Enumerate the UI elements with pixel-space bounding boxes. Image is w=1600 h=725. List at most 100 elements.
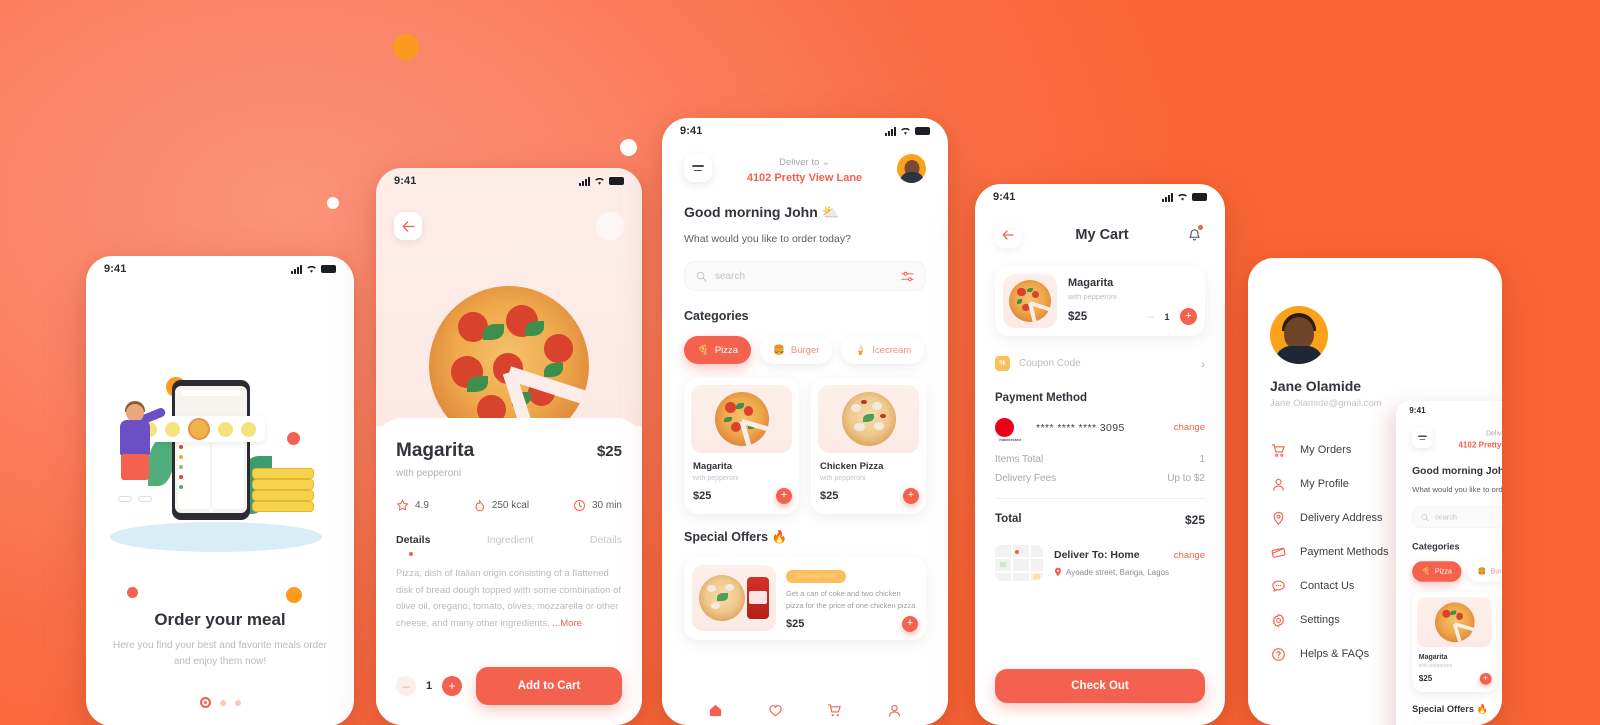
quantity-decrease-button[interactable]: – [1148, 311, 1154, 323]
status-time: 9:41 [394, 175, 417, 187]
category-pizza[interactable]: 🍕 Pizza [1412, 561, 1462, 582]
delivery-address-row[interactable]: Deliver To: Home change Ayoade street, B… [995, 545, 1205, 581]
add-item-button[interactable]: + [1479, 672, 1492, 685]
battery-icon [609, 177, 624, 185]
add-item-button[interactable]: + [903, 488, 919, 504]
user-icon[interactable] [887, 703, 902, 718]
tab-active-indicator [409, 552, 413, 556]
status-bar: 9:41 [975, 184, 1225, 210]
food-card-name: Magarita [1418, 653, 1448, 662]
home-screen-preview[interactable]: 9:41 Deliver to 4102 Pretty View Lane [1396, 401, 1502, 725]
product-price: $25 [596, 443, 622, 460]
food-card-list: Magarita with pepperoni $25 + Chicken Pi… [684, 378, 926, 514]
tab-details[interactable]: Details [396, 534, 430, 546]
screen-home: 9:41 Deliver to ⌄ 4102 Pretty View Lane [662, 118, 948, 725]
special-offers-label: Special Offers [1412, 703, 1474, 715]
special-offer-card[interactable]: Discount 50% Get a can of coke and two c… [684, 557, 926, 640]
signal-bars-icon [885, 126, 896, 136]
cart-item-subtitle: with pepperoni [1068, 292, 1117, 301]
add-item-button[interactable]: + [776, 488, 792, 504]
read-more-link[interactable]: ...More [552, 618, 582, 629]
payment-heading: Payment Method [995, 392, 1088, 404]
back-button[interactable] [394, 212, 422, 240]
pager-dot[interactable] [234, 699, 241, 706]
food-card-subtitle: with pepperoni [693, 475, 739, 482]
avatar[interactable] [897, 153, 926, 183]
add-to-cart-button[interactable]: Add to Cart [476, 667, 622, 705]
screen-onboarding: 9:41 Order your meal Here you find your … [86, 256, 354, 725]
category-burger[interactable]: 🍔 Burger [760, 336, 833, 364]
offer-description: Get a can of coke and two chicken pizza … [786, 589, 916, 610]
pager-dot[interactable] [219, 699, 226, 706]
chevron-right-icon[interactable]: › [1201, 357, 1205, 371]
tab-ingredient[interactable]: Ingredient [487, 534, 534, 546]
screen-my-cart: 9:41 My Cart Magarita with pepperoni $25… [975, 184, 1225, 725]
food-card-price: $25 [1418, 674, 1433, 684]
chat-icon [1270, 579, 1287, 594]
food-card[interactable]: Magarita with pepperoni $25 + [1412, 592, 1497, 693]
status-icons [579, 176, 624, 186]
category-pizza-label: Pizza [714, 344, 739, 356]
home-icon[interactable] [708, 703, 723, 718]
quantity-stepper[interactable]: – 1 + [1148, 308, 1197, 325]
categories-heading: Categories [1412, 541, 1460, 552]
mockup-stage: 9:41 Order your meal Here you find your … [0, 0, 1600, 725]
deliver-to-block[interactable]: Deliver to ⌄ 4102 Pretty View Lane [712, 152, 897, 184]
status-bar: 9:41 [376, 168, 642, 194]
cart-item[interactable]: Magarita with pepperoni $25 – 1 + [995, 266, 1205, 336]
back-button[interactable] [995, 222, 1021, 248]
change-address-link[interactable]: change [1174, 550, 1205, 561]
quantity-decrease-button[interactable]: – [396, 676, 416, 696]
summary-label: Delivery Fees [995, 473, 1057, 484]
deliver-to-block[interactable]: Deliver to 4102 Pretty View Lane [1433, 426, 1502, 450]
hamburger-menu-icon[interactable] [684, 154, 712, 182]
deliver-address[interactable]: 4102 Pretty View Lane [712, 172, 897, 184]
product-actions: – 1 + Add to Cart [396, 667, 622, 705]
cart-item-image [1003, 274, 1057, 328]
notification-dot [1198, 225, 1203, 230]
food-card[interactable]: Magarita with pepperoni $25 + [684, 378, 799, 514]
hamburger-menu-icon[interactable] [1412, 427, 1433, 449]
cart-item-name: Magarita [1068, 277, 1114, 289]
quantity-value: 1 [425, 680, 433, 692]
pager-dots[interactable] [86, 697, 354, 708]
category-burger[interactable]: 🍔 Burger [1468, 561, 1502, 582]
page-title: Order your meal [154, 610, 286, 629]
search-input[interactable]: search [684, 261, 926, 291]
category-icecream-label: Icecream [872, 344, 912, 356]
search-input[interactable]: search [1412, 506, 1502, 529]
payment-row[interactable]: mastercard **** **** **** 3095 change [995, 418, 1205, 442]
avatar[interactable] [1270, 306, 1328, 364]
category-icecream[interactable]: 🍦 Icecream [841, 336, 925, 364]
page-title: My Cart [1075, 227, 1129, 243]
favorite-button[interactable] [596, 212, 624, 240]
add-offer-button[interactable]: + [902, 616, 918, 632]
category-pizza[interactable]: 🍕 Pizza [684, 336, 752, 364]
deliver-address[interactable]: 4102 Pretty View Lane [1433, 441, 1502, 450]
greeting-text: Good morning John [684, 204, 818, 220]
change-payment-link[interactable]: change [1174, 422, 1205, 433]
coupon-label: Coupon Code [1019, 358, 1081, 369]
cart-icon [1270, 443, 1287, 458]
quantity-increase-button[interactable]: + [442, 676, 462, 696]
tab-details-2[interactable]: Details [590, 534, 622, 546]
filter-sliders-icon[interactable] [901, 271, 914, 282]
pager-dot-active[interactable] [199, 697, 211, 708]
bell-icon[interactable] [1183, 224, 1205, 246]
star-icon [396, 499, 409, 511]
quantity-stepper[interactable]: – 1 + [396, 676, 462, 696]
sidebar-item-label: Contact Us [1300, 580, 1355, 592]
heart-icon[interactable] [768, 703, 783, 718]
search-placeholder: search [1434, 513, 1458, 522]
category-list: 🍕 Pizza 🍔 Burger [1412, 561, 1502, 582]
cart-icon[interactable] [827, 703, 842, 718]
food-card-list: Magarita with pepperoni $25 + Chicken Pi… [1412, 592, 1502, 693]
coupon-row[interactable]: % Coupon Code › [995, 356, 1205, 371]
mastercard-icon: mastercard [995, 418, 1025, 442]
food-card[interactable]: Chicken Pizza with pepperoni $25 + [811, 378, 926, 514]
status-time: 9:41 [680, 125, 703, 137]
quantity-increase-button[interactable]: + [1180, 308, 1197, 325]
summary-value: 1 [1199, 454, 1205, 465]
burger-emoji-icon: 🍔 [773, 344, 785, 356]
checkout-button[interactable]: Check Out [995, 669, 1205, 703]
